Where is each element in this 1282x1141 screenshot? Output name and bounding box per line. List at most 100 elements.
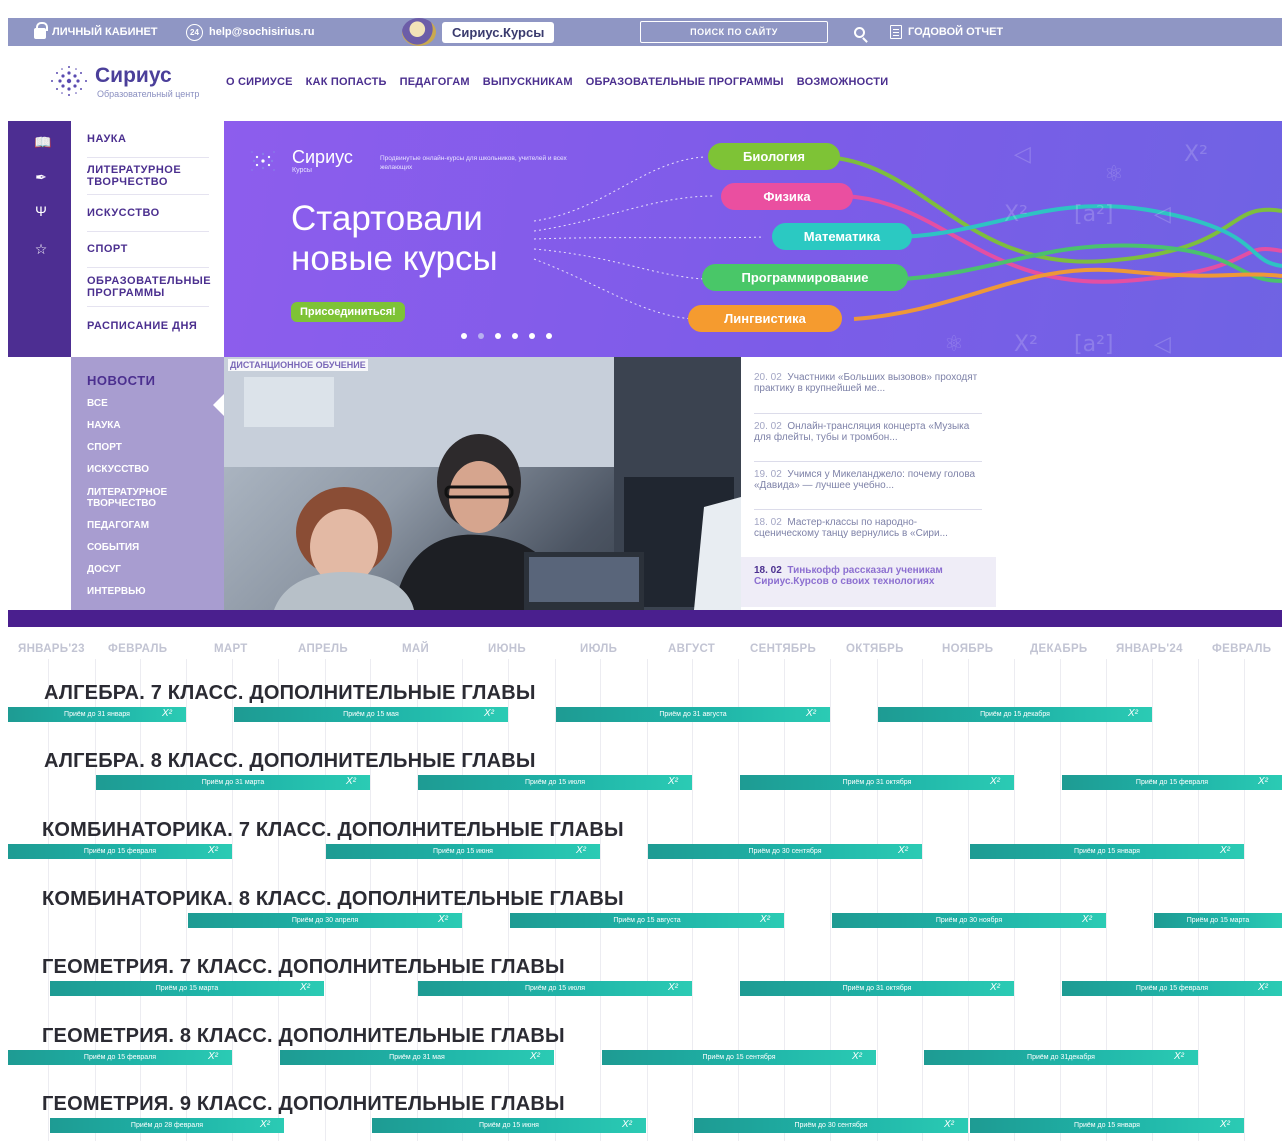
book-icon[interactable]: 📖 — [34, 135, 51, 149]
course-timeline: ЯНВАРЬ'23 ФЕВРАЛЬ МАРТ АПРЕЛЬ МАЙ ИЮНЬ ИЮЛЬ АВГ… — [0, 627, 1282, 1141]
news-item-active[interactable]: 18. 02 Тинькофф рассказал ученикам Сириу… — [754, 565, 982, 587]
enrollment-bar[interactable]: Приём до 31 марта X² — [96, 775, 370, 790]
course-title[interactable]: ГЕОМЕТРИЯ. 8 КЛАСС. ДОПОЛНИТЕЛЬНЫЕ ГЛАВЫ — [42, 1025, 565, 1048]
enrollment-bar[interactable]: Приём до 31 октября X² — [740, 981, 1014, 996]
news-category-interview[interactable]: ИНТЕРВЬЮ — [87, 586, 207, 597]
news-item[interactable]: 20. 02 Участники «Больших вызовов» прохо… — [754, 372, 982, 394]
nav-programs[interactable]: ОБРАЗОВАТЕЛЬНЫЕ ПРОГРАММЫ — [586, 76, 784, 88]
enrollment-bar[interactable]: Приём до 15 сентября X² — [602, 1050, 876, 1065]
news-category-leisure[interactable]: ДОСУГ — [87, 564, 207, 575]
news-category-art[interactable]: ИСКУССТВО — [87, 464, 207, 475]
enrollment-bar[interactable]: Приём до 30 ноября X² — [832, 913, 1106, 928]
menu-item-sport[interactable]: СПОРТ — [87, 243, 209, 255]
logo-title[interactable]: Сириус — [95, 64, 172, 88]
x-squared-icon: X² — [806, 708, 816, 719]
news-category-events[interactable]: СОБЫТИЯ — [87, 542, 207, 553]
enrollment-bar[interactable]: Приём до 31декабря X² — [924, 1050, 1198, 1065]
slider-dot[interactable] — [529, 333, 535, 339]
quill-icon[interactable]: ✒ — [34, 170, 48, 184]
course-title[interactable]: АЛГЕБРА. 8 КЛАСС. ДОПОЛНИТЕЛЬНЫЕ ГЛАВЫ — [44, 750, 536, 773]
nav-opportunities[interactable]: ВОЗМОЖНОСТИ — [797, 76, 889, 88]
slider-dot[interactable] — [546, 333, 552, 339]
menu-item-programs[interactable]: ОБРАЗОВАТЕЛЬНЫЕ ПРОГРАММЫ — [87, 275, 211, 299]
search-icon[interactable] — [854, 26, 865, 38]
svg-text:[a²]: [a²] — [1074, 202, 1113, 227]
lyre-icon[interactable]: Ψ — [34, 204, 48, 218]
news-category-sport[interactable]: СПОРТ — [87, 442, 207, 453]
enrollment-bar[interactable]: Приём до 15 января X² — [970, 1118, 1244, 1133]
enrollment-bar[interactable]: Приём до 31 августа X² — [556, 707, 830, 722]
course-title[interactable]: КОМБИНАТОРИКА. 8 КЛАСС. ДОПОЛНИТЕЛЬНЫЕ Г… — [42, 888, 624, 911]
news-category-all[interactable]: ВСЕ — [87, 398, 207, 409]
enrollment-bar[interactable]: Приём до 15 января X² — [970, 844, 1244, 859]
enrollment-bar[interactable]: Приём до 15 июня X² — [326, 844, 600, 859]
subject-physics[interactable]: Физика — [721, 183, 853, 210]
news-item[interactable]: 20. 02 Онлайн-трансляция концерта «Музык… — [754, 421, 982, 443]
enrollment-bar[interactable]: Приём до 28 февраля X² — [50, 1118, 284, 1133]
enrollment-bar[interactable]: Приём до 15 декабря X² — [878, 707, 1152, 722]
course-title[interactable]: ГЕОМЕТРИЯ. 7 КЛАСС. ДОПОЛНИТЕЛЬНЫЕ ГЛАВЫ — [42, 956, 565, 979]
banner-headline: Стартовали новые курсы — [291, 199, 498, 278]
email-link[interactable]: 24 help@sochisirius.ru — [186, 18, 314, 46]
enrollment-bar[interactable]: Приём до 15 февраля X² — [1062, 981, 1282, 996]
news-category-science[interactable]: НАУКА — [87, 420, 207, 431]
subject-math[interactable]: Математика — [772, 223, 912, 250]
nav-teachers[interactable]: ПЕДАГОГАМ — [400, 76, 470, 88]
enrollment-bar[interactable]: Приём до 30 сентября X² — [694, 1118, 968, 1133]
search-input[interactable]: ПОИСК ПО САЙТУ — [640, 21, 828, 43]
photo-category-tag[interactable]: ДИСТАНЦИОННОЕ ОБУЧЕНИЕ — [228, 359, 368, 371]
enrollment-bar[interactable]: Приём до 30 апреля X² — [188, 913, 462, 928]
enrollment-bar[interactable]: Приём до 15 февраля X² — [8, 1050, 232, 1065]
news-category-literature[interactable]: ЛИТЕРАТУРНОЕ ТВОРЧЕСТВО — [87, 487, 207, 509]
enrollment-bar[interactable]: Приём до 15 августа X² — [510, 913, 784, 928]
join-button[interactable]: Присоединиться! — [291, 302, 405, 322]
slider-dot[interactable] — [461, 333, 467, 339]
banner-logo-title: Сириус — [292, 147, 353, 167]
enrollment-bar[interactable]: Приём до 15 марта — [1154, 913, 1282, 928]
news-category-teachers[interactable]: ПЕДАГОГАМ — [87, 520, 207, 531]
enrollment-bar[interactable]: Приём до 30 сентября X² — [648, 844, 922, 859]
slider-dot[interactable] — [495, 333, 501, 339]
subject-programming[interactable]: Программирование — [702, 264, 908, 291]
slider-dot[interactable] — [512, 333, 518, 339]
news-item[interactable]: 19. 02 Учимся у Микеланджело: почему гол… — [754, 469, 982, 491]
course-title[interactable]: ГЕОМЕТРИЯ. 9 КЛАСС. ДОПОЛНИТЕЛЬНЫЕ ГЛАВЫ — [42, 1093, 565, 1116]
cabinet-link[interactable]: ЛИЧНЫЙ КАБИНЕТ — [34, 18, 158, 46]
slider-dot[interactable] — [478, 333, 484, 339]
enrollment-bar[interactable]: Приём до 31 октября X² — [740, 775, 1014, 790]
enrollment-deadline: Приём до 28 февраля — [130, 1122, 204, 1129]
enrollment-bar[interactable]: Приём до 15 февраля X² — [8, 844, 232, 859]
menu-item-literature[interactable]: ЛИТЕРАТУРНОЕ ТВОРЧЕСТВО — [87, 164, 209, 188]
enrollment-bar[interactable]: Приём до 31 мая X² — [280, 1050, 554, 1065]
x-squared-icon: X² — [300, 982, 310, 993]
enrollment-bar[interactable]: Приём до 15 июня X² — [372, 1118, 646, 1133]
report-label: ГОДОВОЙ ОТЧЕТ — [908, 26, 1004, 38]
subject-biology[interactable]: Биология — [708, 143, 840, 170]
kursy-button[interactable]: Сириус.Курсы — [442, 21, 555, 43]
svg-text:◁: ◁ — [1154, 332, 1171, 357]
enrollment-bar[interactable]: Приём до 15 февраля X² — [1062, 775, 1282, 790]
report-link[interactable]: ГОДОВОЙ ОТЧЕТ — [890, 18, 1003, 46]
enrollment-bar[interactable]: Приём до 15 марта X² — [50, 981, 324, 996]
enrollment-bar[interactable]: Приём до 15 июля X² — [418, 981, 692, 996]
course-title[interactable]: КОМБИНАТОРИКА. 7 КЛАСС. ДОПОЛНИТЕЛЬНЫЕ Г… — [42, 819, 624, 842]
news-photo[interactable]: ДИСТАНЦИОННОЕ ОБУЧЕНИЕ — [224, 357, 741, 610]
nav-admission[interactable]: КАК ПОПАСТЬ — [306, 76, 387, 88]
enrollment-bar[interactable]: Приём до 31 января X² — [8, 707, 186, 722]
course-title[interactable]: АЛГЕБРА. 7 КЛАСС. ДОПОЛНИТЕЛЬНЫЕ ГЛАВЫ — [44, 682, 536, 705]
timeline-gridline — [647, 659, 648, 1141]
nav-alumni[interactable]: ВЫПУСКНИКАМ — [483, 76, 573, 88]
svg-text:X²: X² — [1014, 332, 1038, 357]
enrollment-bar[interactable]: Приём до 15 июля X² — [418, 775, 692, 790]
news-date: 20. 02 — [754, 421, 782, 432]
trophy-icon[interactable]: ☆ — [34, 242, 48, 256]
nav-about[interactable]: О СИРИУСЕ — [226, 76, 293, 88]
menu-item-science[interactable]: НАУКА — [87, 133, 209, 145]
promo-banner[interactable]: ◁ ⚛ X² X² [a²] ◁ ⚛ X² [a²] ◁ Сириус Курсы Продв… — [224, 121, 1282, 357]
menu-item-art[interactable]: ИСКУССТВО — [87, 207, 209, 219]
logo-dots-icon[interactable] — [48, 64, 90, 98]
news-item[interactable]: 18. 02 Мастер-классы по народно-сценичес… — [754, 517, 982, 539]
subject-linguistics[interactable]: Лингвистика — [688, 305, 842, 332]
menu-item-schedule[interactable]: РАСПИСАНИЕ ДНЯ — [87, 320, 209, 332]
enrollment-bar[interactable]: Приём до 15 мая X² — [234, 707, 508, 722]
